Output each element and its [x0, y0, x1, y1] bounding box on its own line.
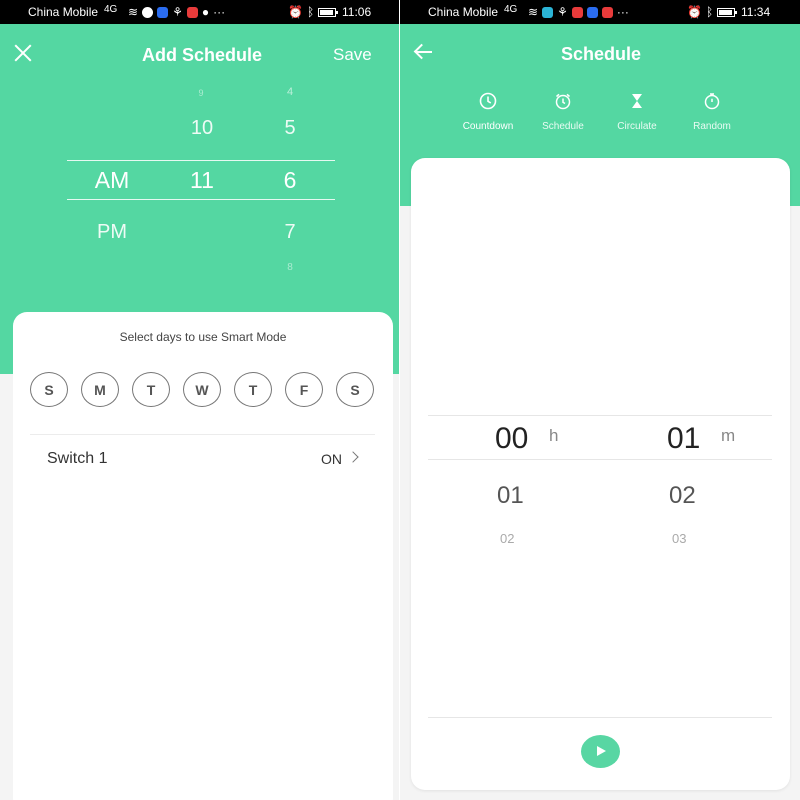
page-title: Add Schedule	[142, 45, 263, 65]
day-sunday[interactable]: S	[30, 372, 68, 407]
minute-option[interactable]: 5	[275, 117, 305, 140]
minutes-unit: m	[721, 426, 736, 445]
app-icon: ⚘	[172, 5, 183, 19]
start-countdown-button[interactable]	[581, 735, 620, 768]
selection-line-bottom	[67, 199, 335, 200]
minutes-option[interactable]: 03	[672, 531, 686, 546]
day-monday[interactable]: M	[81, 372, 119, 407]
app-icon	[186, 6, 198, 18]
chevron-right-icon[interactable]	[347, 451, 359, 463]
smart-mode-caption: Select days to use Smart Mode	[119, 330, 287, 344]
notification-icons: ≋ ⚘ ···	[528, 5, 629, 19]
period-selected[interactable]: AM	[85, 167, 139, 194]
tab-schedule[interactable]: Schedule	[525, 92, 601, 132]
app-icon	[157, 6, 169, 18]
tab-label: Circulate	[617, 121, 657, 132]
tab-countdown[interactable]: Countdown	[450, 92, 526, 132]
minute-option[interactable]: 7	[275, 221, 305, 244]
tab-circulate[interactable]: Circulate	[599, 92, 675, 132]
day-saturday[interactable]: S	[336, 372, 374, 407]
carrier-name: China Mobile	[28, 5, 99, 19]
minute-option[interactable]: 4	[275, 86, 305, 98]
schedule-card: Select days to use Smart Mode S M T W T …	[13, 312, 393, 800]
divider	[428, 717, 772, 718]
hour-option[interactable]: 9	[190, 88, 212, 98]
add-schedule-screen: China Mobile 4G ≋ ⚘ ● ··· ⏰ ᛒ 11:06 Add …	[0, 0, 400, 800]
notification-icons: ≋ ⚘ ● ···	[128, 5, 225, 19]
hour-selected[interactable]: 11	[180, 167, 224, 194]
divider	[30, 434, 375, 435]
tab-label: Countdown	[462, 121, 514, 132]
battery-icon	[318, 7, 339, 17]
minutes-selected[interactable]: 01	[667, 422, 700, 456]
app-icon	[571, 6, 583, 18]
network-type: 4G	[504, 4, 518, 15]
bluetooth-icon: ᛒ	[306, 5, 315, 19]
countdown-screen: China Mobile 4G ≋ ⚘ ··· ⏰ ᛒ 11:34 Schedu…	[400, 0, 800, 800]
period-option[interactable]: PM	[85, 221, 139, 244]
day-thursday[interactable]: T	[234, 372, 272, 407]
hours-selected[interactable]: 00	[495, 422, 528, 456]
countdown-card: 00 h 01 m 01 02 02 03	[411, 158, 790, 790]
back-arrow-icon[interactable]	[413, 42, 435, 62]
page-title: Schedule	[561, 44, 642, 64]
tab-label: Random	[693, 121, 731, 132]
wifi-icon: ≋	[528, 5, 539, 19]
hours-unit: h	[549, 426, 559, 445]
app-icon	[142, 6, 154, 18]
alarm-icon: ⏰	[288, 5, 303, 19]
app-icon	[542, 6, 554, 18]
selection-line-top	[67, 160, 335, 161]
battery-icon	[717, 7, 738, 17]
alarm-icon: ⏰	[687, 5, 702, 19]
hour-option[interactable]: 10	[180, 117, 224, 140]
more-icon: ···	[213, 5, 226, 19]
network-type: 4G	[104, 4, 118, 15]
minutes-option[interactable]: 02	[669, 482, 696, 510]
chat-icon: ●	[201, 5, 210, 19]
wifi-icon: ≋	[128, 5, 139, 19]
system-icons: ⏰ ᛒ	[288, 5, 339, 19]
bluetooth-icon: ᛒ	[705, 5, 714, 19]
clock-time: 11:34	[741, 5, 771, 19]
tab-label: Schedule	[542, 121, 584, 132]
hours-option[interactable]: 02	[500, 531, 514, 546]
day-friday[interactable]: F	[285, 372, 323, 407]
clock-time: 11:06	[342, 5, 372, 19]
selection-line-bottom	[428, 459, 772, 460]
app-icon	[601, 6, 613, 18]
more-icon: ···	[616, 5, 629, 19]
selection-line-top	[428, 415, 772, 416]
day-tuesday[interactable]: T	[132, 372, 170, 407]
tab-random[interactable]: Random	[674, 92, 750, 132]
status-bar: China Mobile 4G ≋ ⚘ ● ··· ⏰ ᛒ 11:06	[0, 0, 400, 24]
app-icon: ⚘	[557, 5, 568, 19]
day-wednesday[interactable]: W	[183, 372, 221, 407]
close-icon[interactable]	[13, 43, 33, 63]
switch-label: Switch 1	[47, 450, 108, 467]
alarm-clock-icon	[555, 93, 571, 110]
stopwatch-icon	[704, 93, 720, 110]
system-icons: ⏰ ᛒ	[687, 5, 738, 19]
minute-selected[interactable]: 6	[275, 167, 305, 194]
hourglass-icon	[632, 94, 642, 108]
clock-icon	[479, 92, 497, 110]
switch-value[interactable]: ON	[321, 451, 342, 467]
hours-option[interactable]: 01	[497, 482, 524, 510]
app-icon	[586, 6, 598, 18]
minute-option[interactable]: 8	[275, 262, 305, 273]
carrier-name: China Mobile	[428, 5, 499, 19]
day-selector: S M T W T F S	[30, 372, 374, 407]
status-bar: China Mobile 4G ≋ ⚘ ··· ⏰ ᛒ 11:34	[400, 0, 800, 24]
save-button[interactable]: Save	[333, 45, 372, 65]
